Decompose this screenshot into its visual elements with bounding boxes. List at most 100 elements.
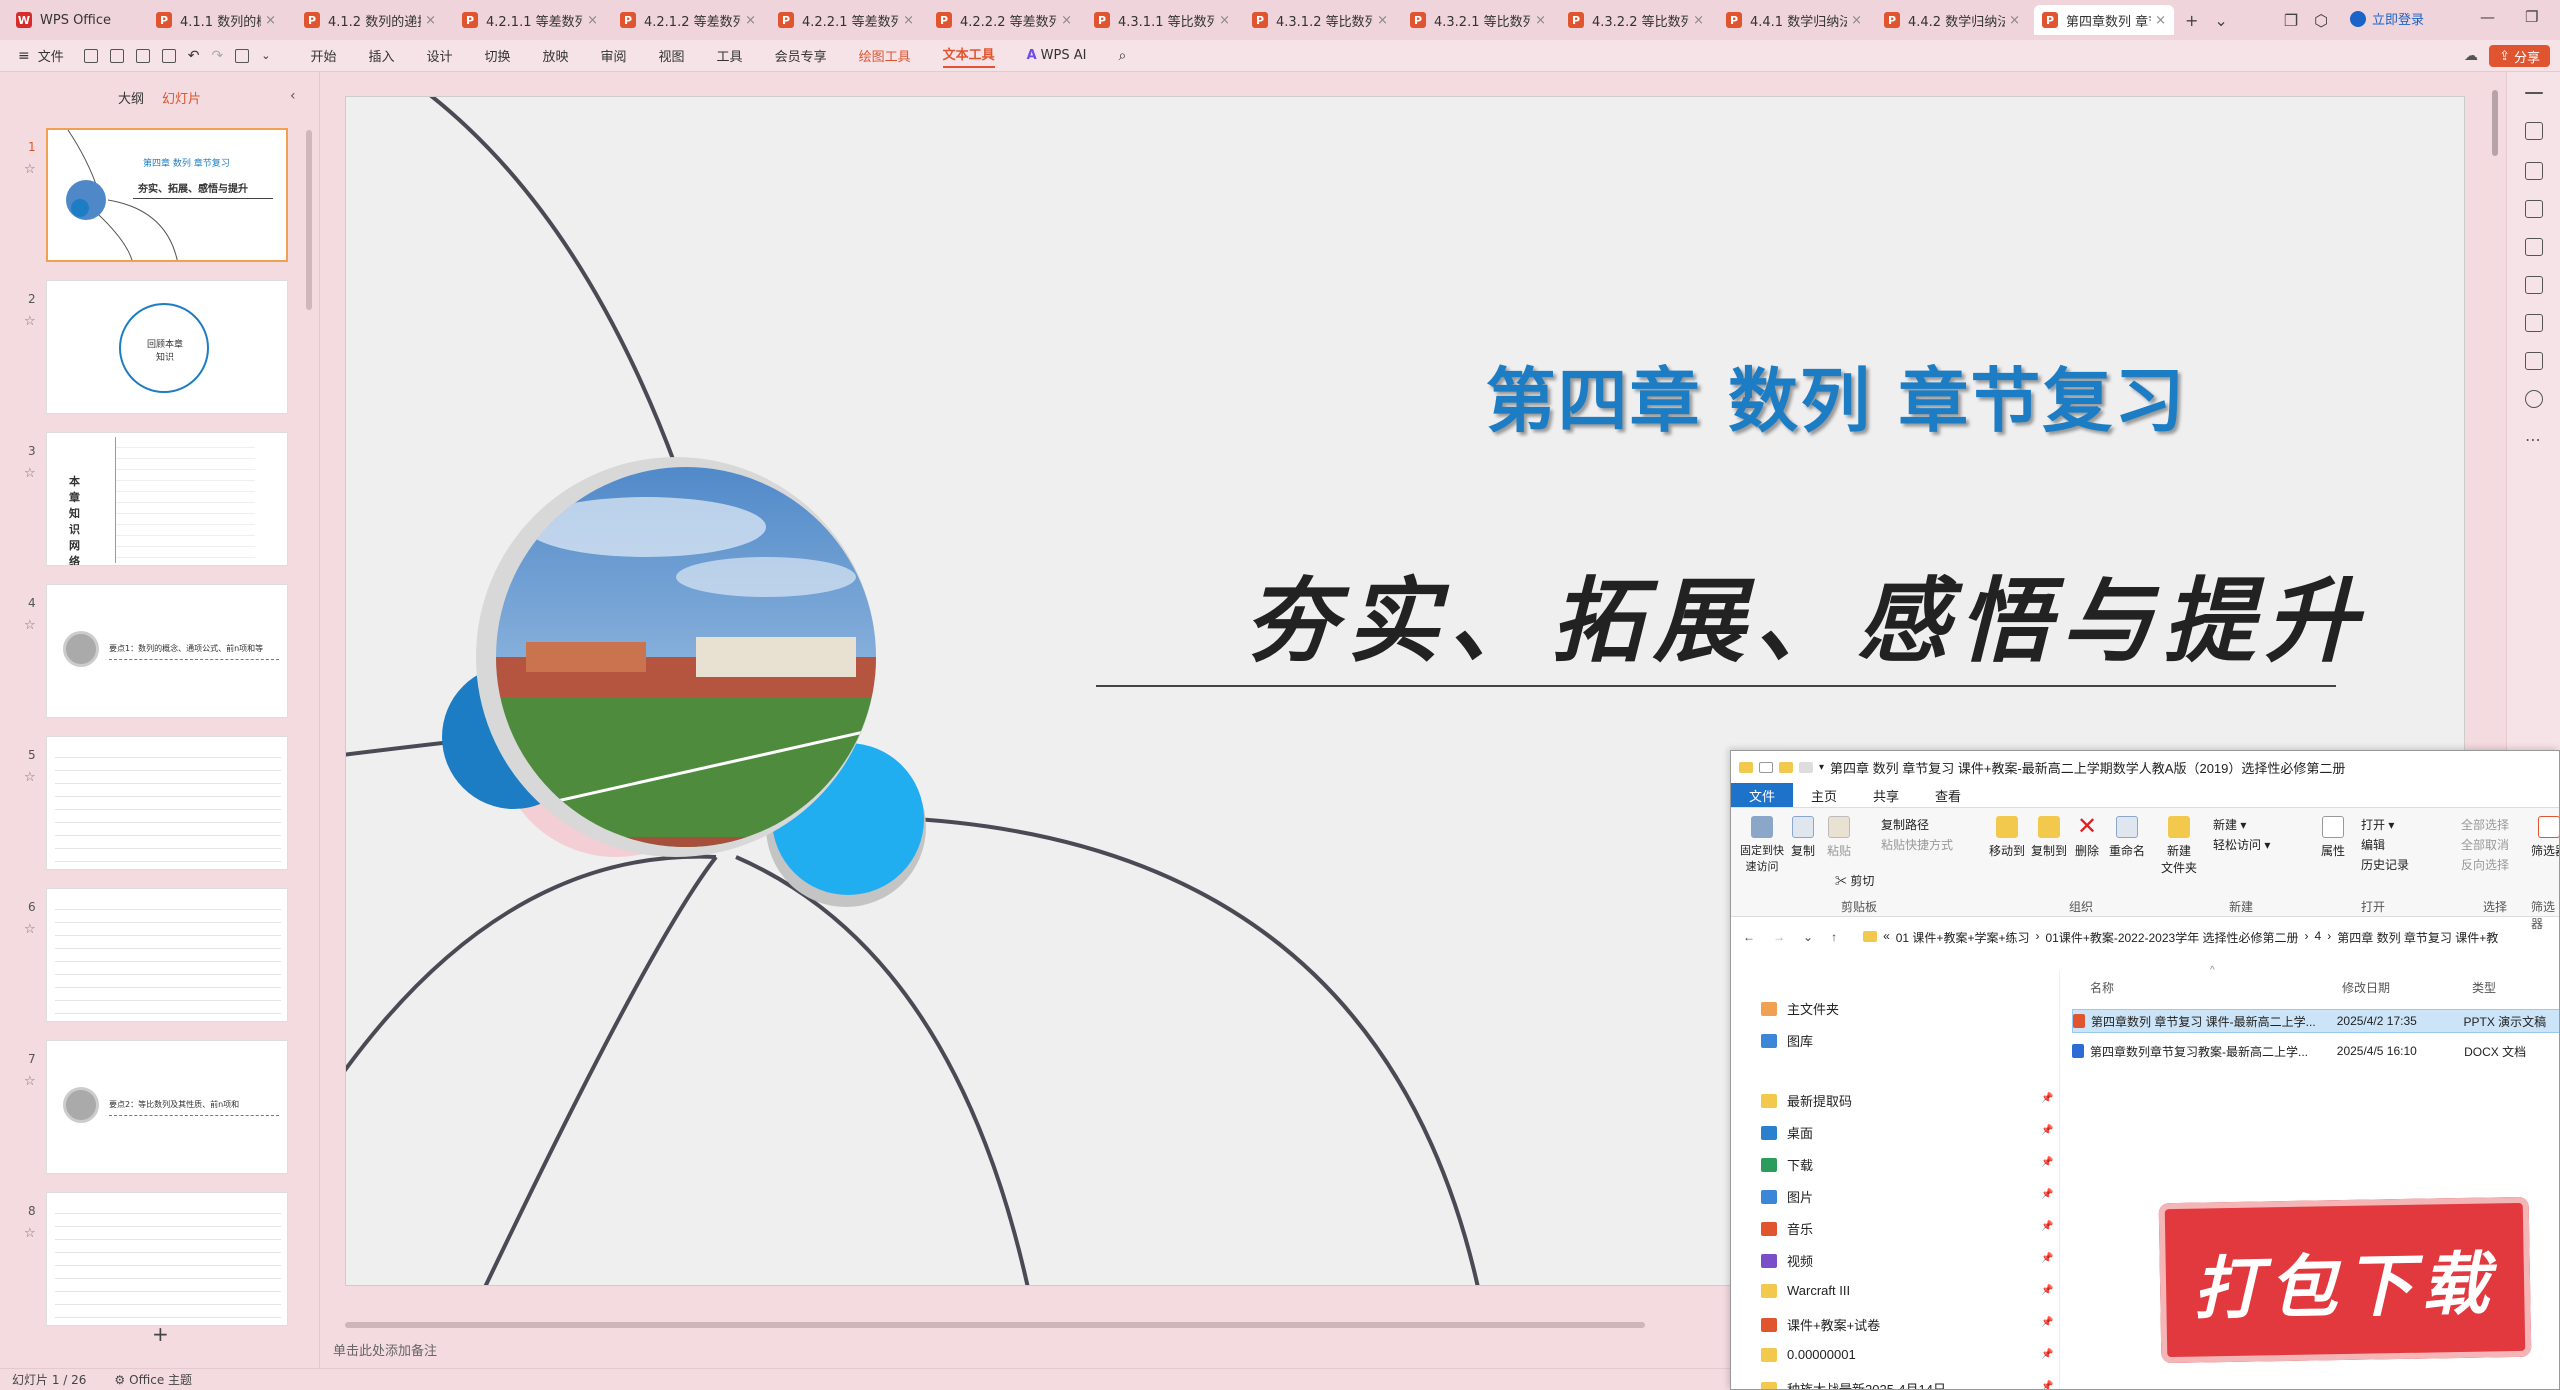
image-icon[interactable] [2525,314,2543,332]
search-icon[interactable]: ⌕ [1118,48,1126,64]
nav-item[interactable]: 最新提取码 [1761,1091,1852,1110]
close-tab-icon[interactable]: × [2155,13,2166,28]
notes-placeholder[interactable]: 单击此处添加备注 [333,1340,437,1359]
pin-icon[interactable]: 📌 [2041,1317,2053,1328]
move-to-button[interactable]: 移动到 [1989,816,2025,859]
format-painter-icon[interactable] [235,48,250,63]
slide-thumbnail[interactable]: 本章知识网络 [46,432,288,566]
slide-thumbnail[interactable]: 要点1：数列的概念、通项公式、前n项和等 [46,584,288,718]
close-tab-icon[interactable]: × [1851,13,1862,28]
redo-icon[interactable]: ↷ [211,48,223,64]
close-tab-icon[interactable]: × [1693,13,1704,28]
menu-slideshow[interactable]: 放映 [543,46,569,65]
rename-button[interactable]: 重命名 [2109,816,2145,859]
star-icon[interactable] [2525,162,2543,180]
star-icon[interactable]: ☆ [24,770,36,785]
new-folder-button[interactable]: 新建 文件夹 [2161,816,2197,876]
pin-icon[interactable]: 📌 [2041,1093,2053,1104]
slide-subtitle[interactable]: 夯实、拓展、感悟与提升 [1156,547,2456,680]
pin-quick-access-button[interactable]: 固定到快速访问 [1737,816,1787,874]
slide-thumbnail[interactable]: 回顾本章 知识 [46,280,288,414]
star-icon[interactable]: ☆ [24,1226,36,1241]
collapse-panel-icon[interactable]: ‹ [290,88,296,104]
column-type[interactable]: 类型 [2472,979,2496,996]
file-row[interactable]: 第四章数列 章节复习 课件-最新高二上学... 2025/4/2 17:35 PPT… [2072,1009,2559,1033]
copy-to-button[interactable]: 复制到 [2031,816,2067,859]
nav-item[interactable]: 种族大战最新2025-4月14日 [1761,1379,1946,1389]
filter-button[interactable]: 筛选器 [2531,816,2559,859]
menu-tools[interactable]: 工具 [717,46,743,65]
export-pdf-icon[interactable] [109,48,124,63]
menu-icon[interactable]: ≡ [18,48,30,64]
menu-home[interactable]: 开始 [310,46,336,65]
close-tab-icon[interactable]: × [587,13,598,28]
tab-document[interactable]: P 第四章数列 章节复习 × [2034,5,2174,35]
close-tab-icon[interactable]: × [1061,13,1072,28]
check-icon[interactable] [1759,761,1773,773]
properties-button[interactable]: 属性 [2321,816,2345,859]
paste-button[interactable]: 粘贴 [1827,816,1851,859]
slide-thumbnail[interactable] [46,736,288,870]
close-tab-icon[interactable]: × [2009,13,2020,28]
star-icon[interactable]: ☆ [24,922,36,937]
tab-document[interactable]: W WPS Office [8,5,148,35]
nav-item[interactable]: 0.00000001 [1761,1347,1856,1362]
star-icon[interactable]: ☆ [24,466,36,481]
star-icon[interactable]: ☆ [24,314,36,329]
delete-button[interactable]: ✕ 删除 [2075,815,2099,859]
explorer-tab-home[interactable]: 主页 [1793,783,1855,807]
forward-icon[interactable]: → [1773,930,1785,944]
easy-access-button[interactable]: 轻松访问 ▾ [2213,836,2270,853]
breadcrumb-item[interactable]: 第四章 数列 章节复习 课件+教 [2337,929,2498,946]
slide-thumbnail[interactable]: 第四章 数列 章节复习 夯实、拓展、感悟与提升 [46,128,288,262]
login-button[interactable]: 立即登录 [2350,9,2424,28]
tab-document[interactable]: P 4.1.2 数列的递推公式 × [296,5,444,35]
menu-draw-tools[interactable]: 绘图工具 [859,46,911,65]
explorer-tab-share[interactable]: 共享 [1855,783,1917,807]
help-icon[interactable] [2525,390,2543,408]
nav-item[interactable]: 主文件夹 [1761,999,1839,1018]
tab-document[interactable]: P 4.2.2.1 等差数列的前n项和× [770,5,922,35]
close-tab-icon[interactable]: × [903,13,914,28]
settings-icon[interactable] [2525,122,2543,140]
window-icon[interactable]: ❐ [2284,11,2298,30]
breadcrumb-item[interactable]: 01 课件+教案+学案+练习 [1896,929,2030,946]
menu-file[interactable]: 文件 [38,46,64,65]
edit-button[interactable]: 编辑 [2361,836,2385,853]
nav-item[interactable]: 音乐 [1761,1219,1813,1238]
cube-icon[interactable]: ⬡ [2314,11,2328,30]
select-all-button[interactable]: 全部选择 [2461,816,2509,833]
close-tab-icon[interactable]: × [425,13,436,28]
menu-review[interactable]: 审阅 [601,46,627,65]
save-icon[interactable] [83,48,98,63]
bookmark-icon[interactable] [2525,352,2543,370]
explorer-tab-view[interactable]: 查看 [1917,783,1979,807]
chevron-down-icon[interactable]: ⌄ [2214,11,2227,30]
select-none-button[interactable]: 全部取消 [2461,836,2509,853]
menu-view[interactable]: 视图 [659,46,685,65]
menu-insert[interactable]: 插入 [368,46,394,65]
close-tab-icon[interactable]: × [1535,13,1546,28]
breadcrumb-item[interactable]: 4 [2315,929,2322,946]
invert-selection-button[interactable]: 反向选择 [2461,856,2509,873]
column-date[interactable]: 修改日期 [2342,979,2390,996]
close-tab-icon[interactable]: × [745,13,756,28]
tab-document[interactable]: P 4.4.1 数学归纳法原理× [1718,5,1870,35]
minimize-icon[interactable]: — [2480,8,2495,26]
column-name[interactable]: 名称 [2090,979,2114,996]
slide-thumbnail[interactable] [46,1192,288,1326]
pin-icon[interactable]: 📌 [2041,1125,2053,1136]
close-tab-icon[interactable]: × [1377,13,1388,28]
menu-transition[interactable]: 切换 [484,46,510,65]
breadcrumb[interactable]: « 01 课件+教案+学案+练习 › 01课件+教案-2022-2023学年 选… [1863,929,2498,946]
tab-document[interactable]: P 4.3.2.1 等比数列的前n项和× [1402,5,1554,35]
menu-design[interactable]: 设计 [426,46,452,65]
tab-document[interactable]: P 4.3.2.2 等比数列前n项和× [1560,5,1712,35]
nav-item[interactable]: 图库 [1761,1031,1813,1050]
panel-scrollbar[interactable] [306,130,312,310]
pin-icon[interactable]: 📌 [2041,1381,2053,1389]
cut-button[interactable]: ✂ 剪切 [1835,872,1874,889]
open-button[interactable]: 打开 ▾ [2361,816,2394,833]
pin-icon[interactable]: 📌 [2041,1253,2053,1264]
nav-item[interactable]: 图片 [1761,1187,1813,1206]
